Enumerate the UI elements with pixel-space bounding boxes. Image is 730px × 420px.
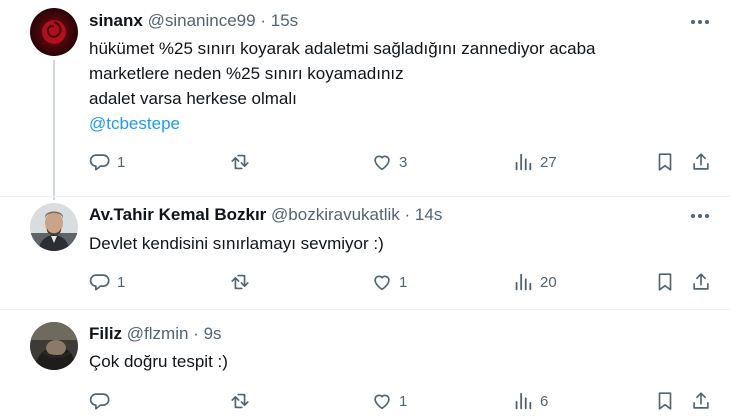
- display-name[interactable]: sinanx: [89, 11, 143, 30]
- retweet-icon: [231, 393, 249, 409]
- share-icon: [693, 273, 709, 290]
- reply-button[interactable]: [89, 390, 117, 412]
- separator: ·: [404, 205, 411, 224]
- tweet-text-line: marketlere neden %25 sınırı koyamadınız: [89, 64, 404, 83]
- display-name[interactable]: Av.Tahir Kemal Bozkır: [89, 205, 266, 224]
- view-count: 6: [540, 392, 549, 410]
- reply-button[interactable]: 1: [89, 271, 125, 293]
- thread-line: [53, 60, 55, 200]
- reply-icon: [89, 393, 110, 410]
- like-icon: [374, 275, 390, 291]
- like-icon: [374, 394, 390, 410]
- tweet-header: Av.Tahir Kemal Bozkır @bozkiravukatlik ·…: [89, 205, 442, 225]
- mention-link[interactable]: @tcbestepe: [89, 111, 596, 136]
- share-button[interactable]: [690, 271, 712, 293]
- like-button[interactable]: 3: [371, 151, 407, 173]
- like-icon: [374, 155, 390, 171]
- tweet-2[interactable]: Av.Tahir Kemal Bozkır @bozkiravukatlik ·…: [0, 197, 730, 307]
- tweet-text-line: Çok doğru tespit :): [89, 352, 228, 371]
- tweet-text-line: Devlet kendisini sınırlamayı sevmiyor :): [89, 234, 384, 253]
- retweet-icon: [231, 154, 249, 170]
- share-button[interactable]: [690, 151, 712, 173]
- timestamp[interactable]: 9s: [204, 324, 222, 343]
- view-count: 27: [540, 153, 557, 171]
- views-icon: [515, 273, 532, 291]
- bookmark-icon: [658, 273, 672, 291]
- avatar[interactable]: [30, 8, 78, 56]
- separator: ·: [260, 11, 266, 30]
- tweet-text-line: hükümet %25 sınırı koyarak adaletmi sağl…: [89, 39, 596, 58]
- view-count: 20: [540, 273, 557, 291]
- tweet-header: Filiz @flzmin · 9s: [89, 324, 222, 344]
- bookmark-button[interactable]: [654, 390, 676, 412]
- retweet-icon: [231, 274, 249, 290]
- like-count: 3: [399, 153, 408, 171]
- share-icon: [693, 392, 709, 409]
- retweet-button[interactable]: [229, 390, 257, 412]
- timestamp[interactable]: 14s: [415, 205, 442, 224]
- like-count: 1: [399, 392, 408, 410]
- retweet-button[interactable]: [229, 271, 257, 293]
- bookmark-icon: [658, 153, 672, 171]
- views-icon: [515, 153, 532, 171]
- reply-icon: [89, 274, 110, 291]
- bookmark-button[interactable]: [654, 151, 676, 173]
- bookmark-icon: [658, 392, 672, 410]
- user-handle[interactable]: @flzmin: [127, 324, 189, 343]
- share-button[interactable]: [690, 390, 712, 412]
- views-button[interactable]: 6: [512, 390, 548, 412]
- tweet-text: Devlet kendisini sınırlamayı sevmiyor :): [89, 231, 384, 256]
- like-count: 1: [399, 273, 408, 291]
- tweet-header: sinanx @sinanince99 · 15s: [89, 11, 298, 31]
- tweet-3[interactable]: Filiz @flzmin · 9s Çok doğru tespit :) 1…: [0, 310, 730, 420]
- avatar[interactable]: [30, 322, 78, 370]
- display-name[interactable]: Filiz: [89, 324, 122, 343]
- user-handle[interactable]: @bozkiravukatlik: [271, 205, 400, 224]
- reply-count: 1: [117, 153, 126, 171]
- views-button[interactable]: 20: [512, 271, 557, 293]
- reply-icon: [89, 154, 110, 171]
- user-handle[interactable]: @sinanince99: [148, 11, 256, 30]
- more-icon[interactable]: [688, 204, 712, 228]
- reply-button[interactable]: 1: [89, 151, 125, 173]
- tweet-text: Çok doğru tespit :): [89, 349, 228, 374]
- more-icon[interactable]: [688, 10, 712, 34]
- tweet-text: hükümet %25 sınırı koyarak adaletmi sağl…: [89, 36, 596, 136]
- bookmark-button[interactable]: [654, 271, 676, 293]
- reply-count: 1: [117, 273, 126, 291]
- views-icon: [515, 392, 532, 410]
- share-icon: [693, 153, 709, 170]
- retweet-button[interactable]: [229, 151, 257, 173]
- timestamp[interactable]: 15s: [271, 11, 298, 30]
- views-button[interactable]: 27: [512, 151, 557, 173]
- avatar[interactable]: [30, 203, 78, 251]
- tweet-1[interactable]: sinanx @sinanince99 · 15s hükümet %25 sı…: [0, 0, 730, 200]
- like-button[interactable]: 1: [371, 271, 407, 293]
- like-button[interactable]: 1: [371, 390, 407, 412]
- tweet-text-line: adalet varsa herkese olmalı: [89, 89, 297, 108]
- separator: ·: [193, 324, 199, 343]
